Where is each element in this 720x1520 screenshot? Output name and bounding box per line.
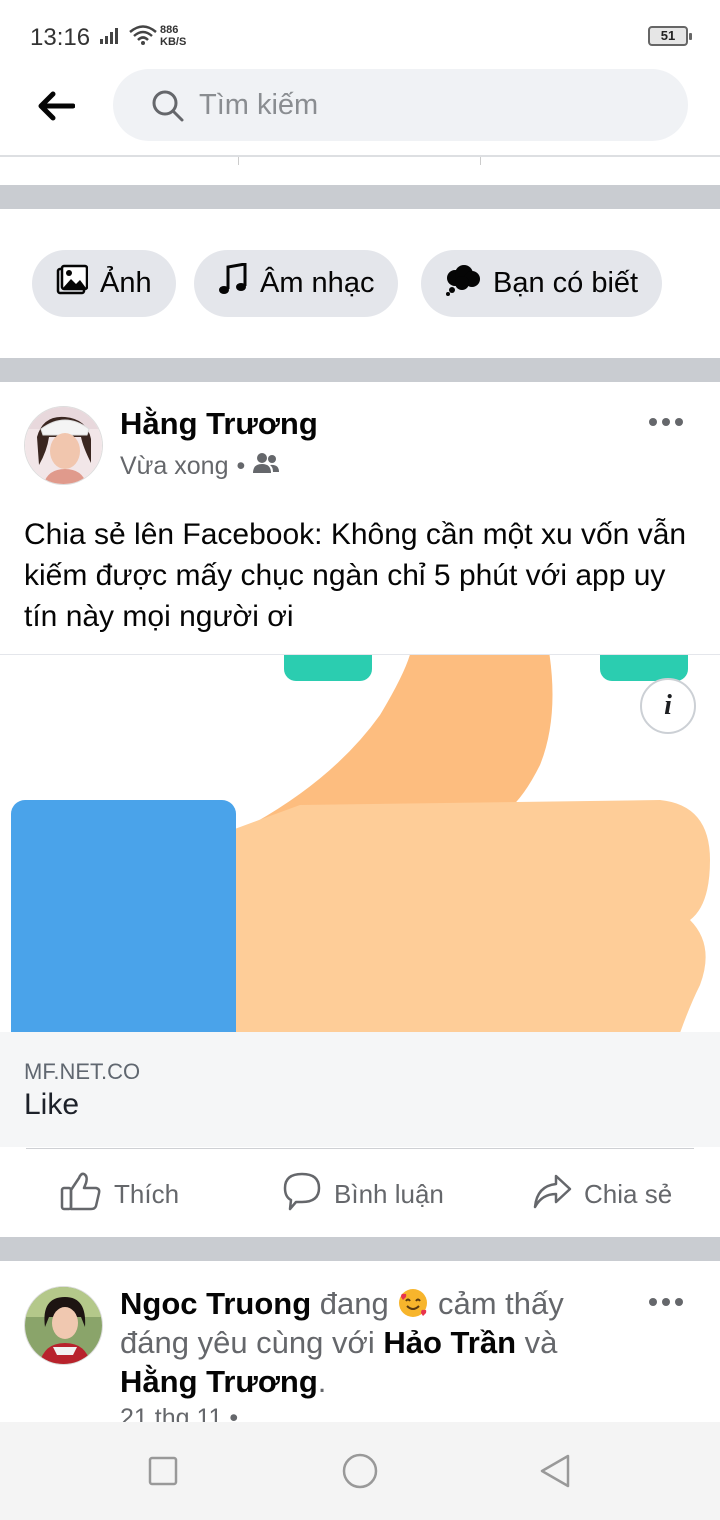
filter-chip-label: Bạn có biết xyxy=(493,267,639,299)
link-domain: MF.NET.CO xyxy=(24,1059,141,1084)
post-more-button[interactable] xyxy=(643,407,689,437)
post-author[interactable]: Ngoc Truong xyxy=(120,1286,311,1321)
filter-chip-photos[interactable]: Ảnh xyxy=(32,250,176,317)
section-separator xyxy=(0,358,720,382)
like-label: Thích xyxy=(114,1178,180,1209)
post-meta: Vừa xong • xyxy=(120,452,280,481)
comment-button[interactable]: Bình luận xyxy=(282,1170,444,1218)
meta-separator: • xyxy=(236,452,246,480)
more-dots-icon xyxy=(649,418,683,426)
post-author[interactable]: Hằng Trương xyxy=(120,406,318,442)
network-speed-unit: KB/S xyxy=(160,36,187,48)
post-text: Chia sẻ lên Facebook: Không cần một xu v… xyxy=(24,518,687,633)
wifi-icon xyxy=(128,24,158,51)
thumbs-up-icon xyxy=(60,1171,102,1218)
link-preview-footer[interactable]: MF.NET.CO Like xyxy=(0,1032,720,1147)
comment-label: Bình luận xyxy=(334,1178,444,1209)
like-button[interactable]: Thích xyxy=(60,1170,179,1218)
network-speed-value: 886 xyxy=(160,24,179,36)
post-header-text: Ngoc Truong đang cảm thấy đáng yêu cùng … xyxy=(120,1284,600,1401)
signal-icon xyxy=(100,26,122,49)
section-separator xyxy=(0,185,720,209)
recents-button[interactable] xyxy=(138,1446,188,1496)
post-time[interactable]: Vừa xong xyxy=(120,452,228,481)
smiling-hearts-emoji-icon xyxy=(399,1289,428,1317)
post-conjunction: và xyxy=(524,1325,558,1360)
filter-chip-did-you-know[interactable]: Bạn có biết xyxy=(421,250,663,317)
thought-bubble-icon xyxy=(445,264,481,304)
share-button[interactable]: Chia sẻ xyxy=(532,1170,672,1218)
tab-divider xyxy=(480,157,481,165)
post-more-button[interactable] xyxy=(643,1287,689,1317)
post-verb: đang xyxy=(319,1286,389,1321)
post-period: . xyxy=(317,1364,327,1399)
link-title: Like xyxy=(24,1088,80,1121)
share-icon xyxy=(532,1172,572,1217)
tagged-user[interactable]: Hảo Trần xyxy=(383,1325,516,1360)
more-dots-icon xyxy=(649,1298,683,1306)
battery-icon: 51 xyxy=(648,26,692,46)
back-arrow-icon xyxy=(38,91,75,121)
network-speed: 886 KB/S xyxy=(160,24,186,48)
square-icon xyxy=(148,1456,178,1486)
back-button[interactable] xyxy=(32,82,80,130)
filter-chip-label: Ảnh xyxy=(100,267,152,299)
info-button[interactable]: i xyxy=(640,678,696,734)
thumbs-up-illustration xyxy=(11,655,710,1032)
search-icon xyxy=(151,89,185,128)
home-button[interactable] xyxy=(335,1446,385,1496)
music-note-icon xyxy=(218,261,248,305)
share-label: Chia sẻ xyxy=(584,1178,673,1209)
tagged-user[interactable]: Hằng Trương xyxy=(120,1364,318,1399)
avatar[interactable] xyxy=(24,1286,103,1365)
link-preview-image[interactable] xyxy=(0,654,720,1032)
section-separator xyxy=(0,1237,720,1261)
friends-icon xyxy=(253,452,280,481)
action-divider xyxy=(26,1148,694,1149)
filter-chip-music[interactable]: Âm nhạc xyxy=(194,250,399,317)
triangle-back-icon xyxy=(540,1454,570,1488)
search-box[interactable] xyxy=(113,69,688,141)
filter-chip-label: Âm nhạc xyxy=(260,267,375,299)
system-back-button[interactable] xyxy=(530,1446,580,1496)
status-bar: 13:16 886 KB/S 51 xyxy=(0,0,720,70)
system-nav-bar xyxy=(0,1422,720,1520)
photo-icon xyxy=(56,264,89,304)
header-divider xyxy=(0,155,720,157)
avatar[interactable] xyxy=(24,406,103,485)
tab-divider xyxy=(238,157,239,165)
circle-icon xyxy=(342,1453,378,1489)
search-input[interactable] xyxy=(199,83,669,127)
comment-icon xyxy=(282,1171,322,1218)
status-time: 13:16 xyxy=(30,24,91,51)
